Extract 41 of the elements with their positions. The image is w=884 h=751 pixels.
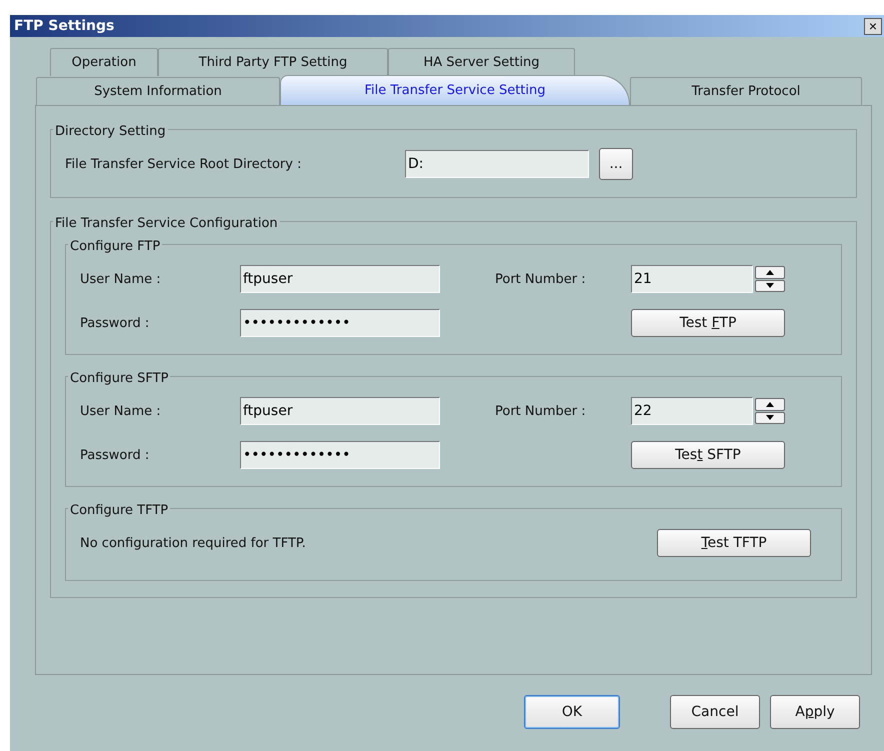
- group-title: Configure FTP: [70, 239, 160, 254]
- group-title: Configure TFTP: [70, 503, 168, 518]
- test-button[interactable]: Test SFTP: [631, 441, 785, 469]
- tab[interactable]: Operation: [50, 48, 158, 76]
- spinner[interactable]: [755, 266, 785, 292]
- field-label: Password :: [80, 448, 150, 462]
- field-label: Port Number :: [495, 272, 587, 286]
- field-label: User Name :: [80, 404, 162, 418]
- tab[interactable]: File Transfer Service Setting: [280, 75, 630, 105]
- dialog-button[interactable]: OK: [524, 695, 620, 729]
- field-label: Port Number :: [495, 404, 587, 418]
- input-field[interactable]: ftpuser: [240, 265, 440, 293]
- note-text: No configuration required for TFTP.: [80, 536, 306, 550]
- input-field[interactable]: D:: [405, 150, 589, 178]
- input-field[interactable]: 22: [631, 397, 753, 425]
- tab[interactable]: System Information: [36, 77, 280, 105]
- input-field[interactable]: ftpuser: [240, 397, 440, 425]
- window-title: FTP Settings: [14, 18, 114, 34]
- test-button[interactable]: Test TFTP: [657, 529, 811, 557]
- field-label: File Transfer Service Root Directory :: [65, 156, 302, 172]
- test-button[interactable]: Test FTP: [631, 309, 785, 337]
- group-title: Directory Setting: [55, 124, 166, 139]
- up-icon[interactable]: [755, 398, 785, 410]
- field-label: User Name :: [80, 272, 162, 286]
- tab[interactable]: HA Server Setting: [388, 48, 575, 76]
- spinner[interactable]: [755, 398, 785, 424]
- down-icon[interactable]: [755, 412, 785, 424]
- up-icon[interactable]: [755, 266, 785, 278]
- password-field[interactable]: •••••••••••••: [240, 441, 440, 469]
- dialog-button[interactable]: Apply: [770, 695, 860, 729]
- field-label: Password :: [80, 316, 150, 330]
- input-field[interactable]: 21: [631, 265, 753, 293]
- down-icon[interactable]: [755, 280, 785, 292]
- group-title: File Transfer Service Configuration: [55, 216, 278, 231]
- password-field[interactable]: •••••••••••••: [240, 309, 440, 337]
- dialog-button[interactable]: Cancel: [670, 695, 760, 729]
- tab[interactable]: Transfer Protocol: [630, 77, 862, 105]
- tab[interactable]: Third Party FTP Setting: [158, 48, 388, 76]
- group-title: Configure SFTP: [70, 371, 168, 386]
- close-button[interactable]: ×: [864, 18, 882, 34]
- browse-button[interactable]: ...: [599, 148, 633, 180]
